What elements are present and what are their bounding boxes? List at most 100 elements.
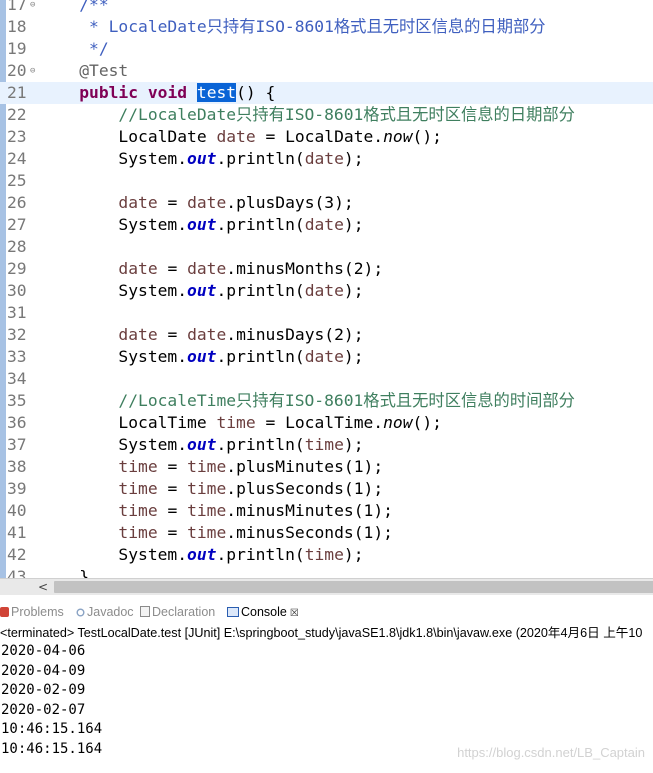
console-output-line: 2020-04-06 <box>1 643 86 659</box>
line-number: 36 <box>7 413 27 432</box>
line-number: 20 <box>7 61 27 80</box>
code-line[interactable]: 30 System.out.println(date); <box>0 280 653 302</box>
code-line[interactable]: 22 //LocaleDate只持有ISO-8601格式且无时区信息的日期部分 <box>0 104 653 126</box>
code-text: System.out.println(date); <box>40 346 364 368</box>
code-token: = <box>157 259 188 278</box>
code-line[interactable]: 24 System.out.println(date); <box>0 148 653 170</box>
code-token: */ <box>89 39 109 58</box>
code-token: date <box>304 347 344 366</box>
tab-console[interactable]: Console ☒ <box>227 602 299 622</box>
code-line[interactable]: 38 time = time.plusMinutes(1); <box>0 456 653 478</box>
tab-problems[interactable]: Problems <box>0 602 64 622</box>
code-line[interactable]: 34 <box>0 368 653 390</box>
fold-collapse-icon[interactable]: ⊖ <box>30 60 35 82</box>
console-output[interactable]: 2020-04-06 2020-04-09 2020-02-09 2020-02-07… <box>1 642 653 760</box>
code-text: time = time.minusSeconds(1); <box>40 522 393 544</box>
code-token: .plusDays(3); <box>226 193 354 212</box>
code-line[interactable]: 32 date = date.minusDays(2); <box>0 324 653 346</box>
scroll-left-arrow-icon[interactable]: < <box>34 579 52 596</box>
console-output-line: 2020-02-09 <box>1 682 86 699</box>
code-token: .println( <box>216 545 305 564</box>
code-token: date <box>118 325 158 344</box>
code-token: } <box>40 567 90 578</box>
watermark: https://blog.csdn.net/LB_Captain <box>457 745 645 760</box>
code-text: date = date.minusMonths(2); <box>40 258 383 280</box>
code-text: time = time.minusMinutes(1); <box>40 500 393 522</box>
code-text: /** <box>40 0 108 16</box>
code-line[interactable]: 19 */ <box>0 38 653 60</box>
code-lines[interactable]: 17 ⊖ /** 18 * LocaleDate只持有ISO-8601格式且无时区信… <box>0 0 653 578</box>
code-line[interactable]: 21 public void test() { <box>0 82 653 104</box>
code-line[interactable]: 43 } <box>0 566 653 578</box>
code-token: .plusMinutes(1); <box>226 457 384 476</box>
code-token: out <box>187 545 217 564</box>
code-line[interactable]: 31 <box>0 302 653 324</box>
line-number: 21 <box>7 83 27 102</box>
code-token: .println( <box>216 435 305 454</box>
code-line[interactable]: 36 LocalTime time = LocalTime.now(); <box>0 412 653 434</box>
close-icon[interactable]: ☒ <box>290 608 299 619</box>
code-line[interactable]: 26 date = date.plusDays(3); <box>0 192 653 214</box>
selected-token: test <box>196 83 237 102</box>
line-number: 41 <box>7 523 27 542</box>
code-text: time = time.plusSeconds(1); <box>40 478 383 500</box>
code-line[interactable]: 29 date = date.minusMonths(2); <box>0 258 653 280</box>
code-token: .plusSeconds(1); <box>226 479 384 498</box>
code-line[interactable]: 25 <box>0 170 653 192</box>
code-line[interactable]: 18 * LocaleDate只持有ISO-8601格式且无时区信息的日期部分 <box>0 16 653 38</box>
tab-javadoc-label: Javadoc <box>87 605 134 619</box>
code-token: out <box>187 347 217 366</box>
code-text: //LocaleDate只持有ISO-8601格式且无时区信息的日期部分 <box>40 104 575 126</box>
code-line[interactable]: 27 System.out.println(date); <box>0 214 653 236</box>
console-output-line: 10:46:15.164 <box>1 721 103 738</box>
code-line[interactable]: 20 ⊖ @Test <box>0 60 653 82</box>
tab-declaration[interactable]: Declaration <box>140 602 215 622</box>
code-line[interactable]: 41 time = time.minusSeconds(1); <box>0 522 653 544</box>
code-line[interactable]: 28 <box>0 236 653 258</box>
code-line[interactable]: 17 ⊖ /** <box>0 0 653 16</box>
code-text: @Test <box>40 60 128 82</box>
tab-declaration-label: Declaration <box>152 605 216 619</box>
horizontal-scrollbar[interactable]: < <box>0 578 653 595</box>
code-line[interactable]: 23 LocalDate date = LocalDate.now(); <box>0 126 653 148</box>
code-line[interactable]: 39 time = time.plusSeconds(1); <box>0 478 653 500</box>
code-token: date <box>304 149 344 168</box>
code-line[interactable]: 35 //LocaleTime只持有ISO-8601格式且无时区信息的时间部分 <box>0 390 653 412</box>
line-number: 42 <box>7 545 27 564</box>
code-token: time <box>187 479 227 498</box>
code-line[interactable]: 40 time = time.minusMinutes(1); <box>0 500 653 522</box>
code-token: ); <box>343 149 364 168</box>
code-token: .println( <box>216 215 305 234</box>
code-text: System.out.println(time); <box>40 434 363 456</box>
code-token: System. <box>40 215 188 234</box>
code-token: = <box>157 325 188 344</box>
tab-javadoc[interactable]: Javadoc <box>76 602 134 622</box>
code-token: LocalTime <box>40 413 217 432</box>
line-number: 18 <box>7 17 27 36</box>
code-line[interactable]: 37 System.out.println(time); <box>0 434 653 456</box>
code-token: //LocaleDate只持有ISO-8601格式且无时区信息的日期部分 <box>118 105 575 124</box>
code-token: ); <box>343 545 364 564</box>
code-token: ); <box>343 347 364 366</box>
code-editor[interactable]: 17 ⊖ /** 18 * LocaleDate只持有ISO-8601格式且无时区信… <box>0 0 653 578</box>
fold-collapse-icon[interactable]: ⊖ <box>30 0 35 16</box>
scrollbar-thumb[interactable] <box>54 581 653 593</box>
code-token: .minusMinutes(1); <box>226 501 393 520</box>
code-text: date = date.minusDays(2); <box>40 324 364 346</box>
code-token: out <box>187 281 217 300</box>
console-icon <box>227 607 239 617</box>
code-line[interactable]: 33 System.out.println(date); <box>0 346 653 368</box>
code-token: System. <box>40 149 188 168</box>
line-number: 40 <box>7 501 27 520</box>
launch-status-line: <terminated> TestLocalDate.test [JUnit] … <box>0 626 643 640</box>
code-line[interactable]: 42 System.out.println(time); <box>0 544 653 566</box>
code-token: .println( <box>216 149 305 168</box>
code-text: System.out.println(time); <box>40 544 364 566</box>
code-token: .minusDays(2); <box>226 325 364 344</box>
